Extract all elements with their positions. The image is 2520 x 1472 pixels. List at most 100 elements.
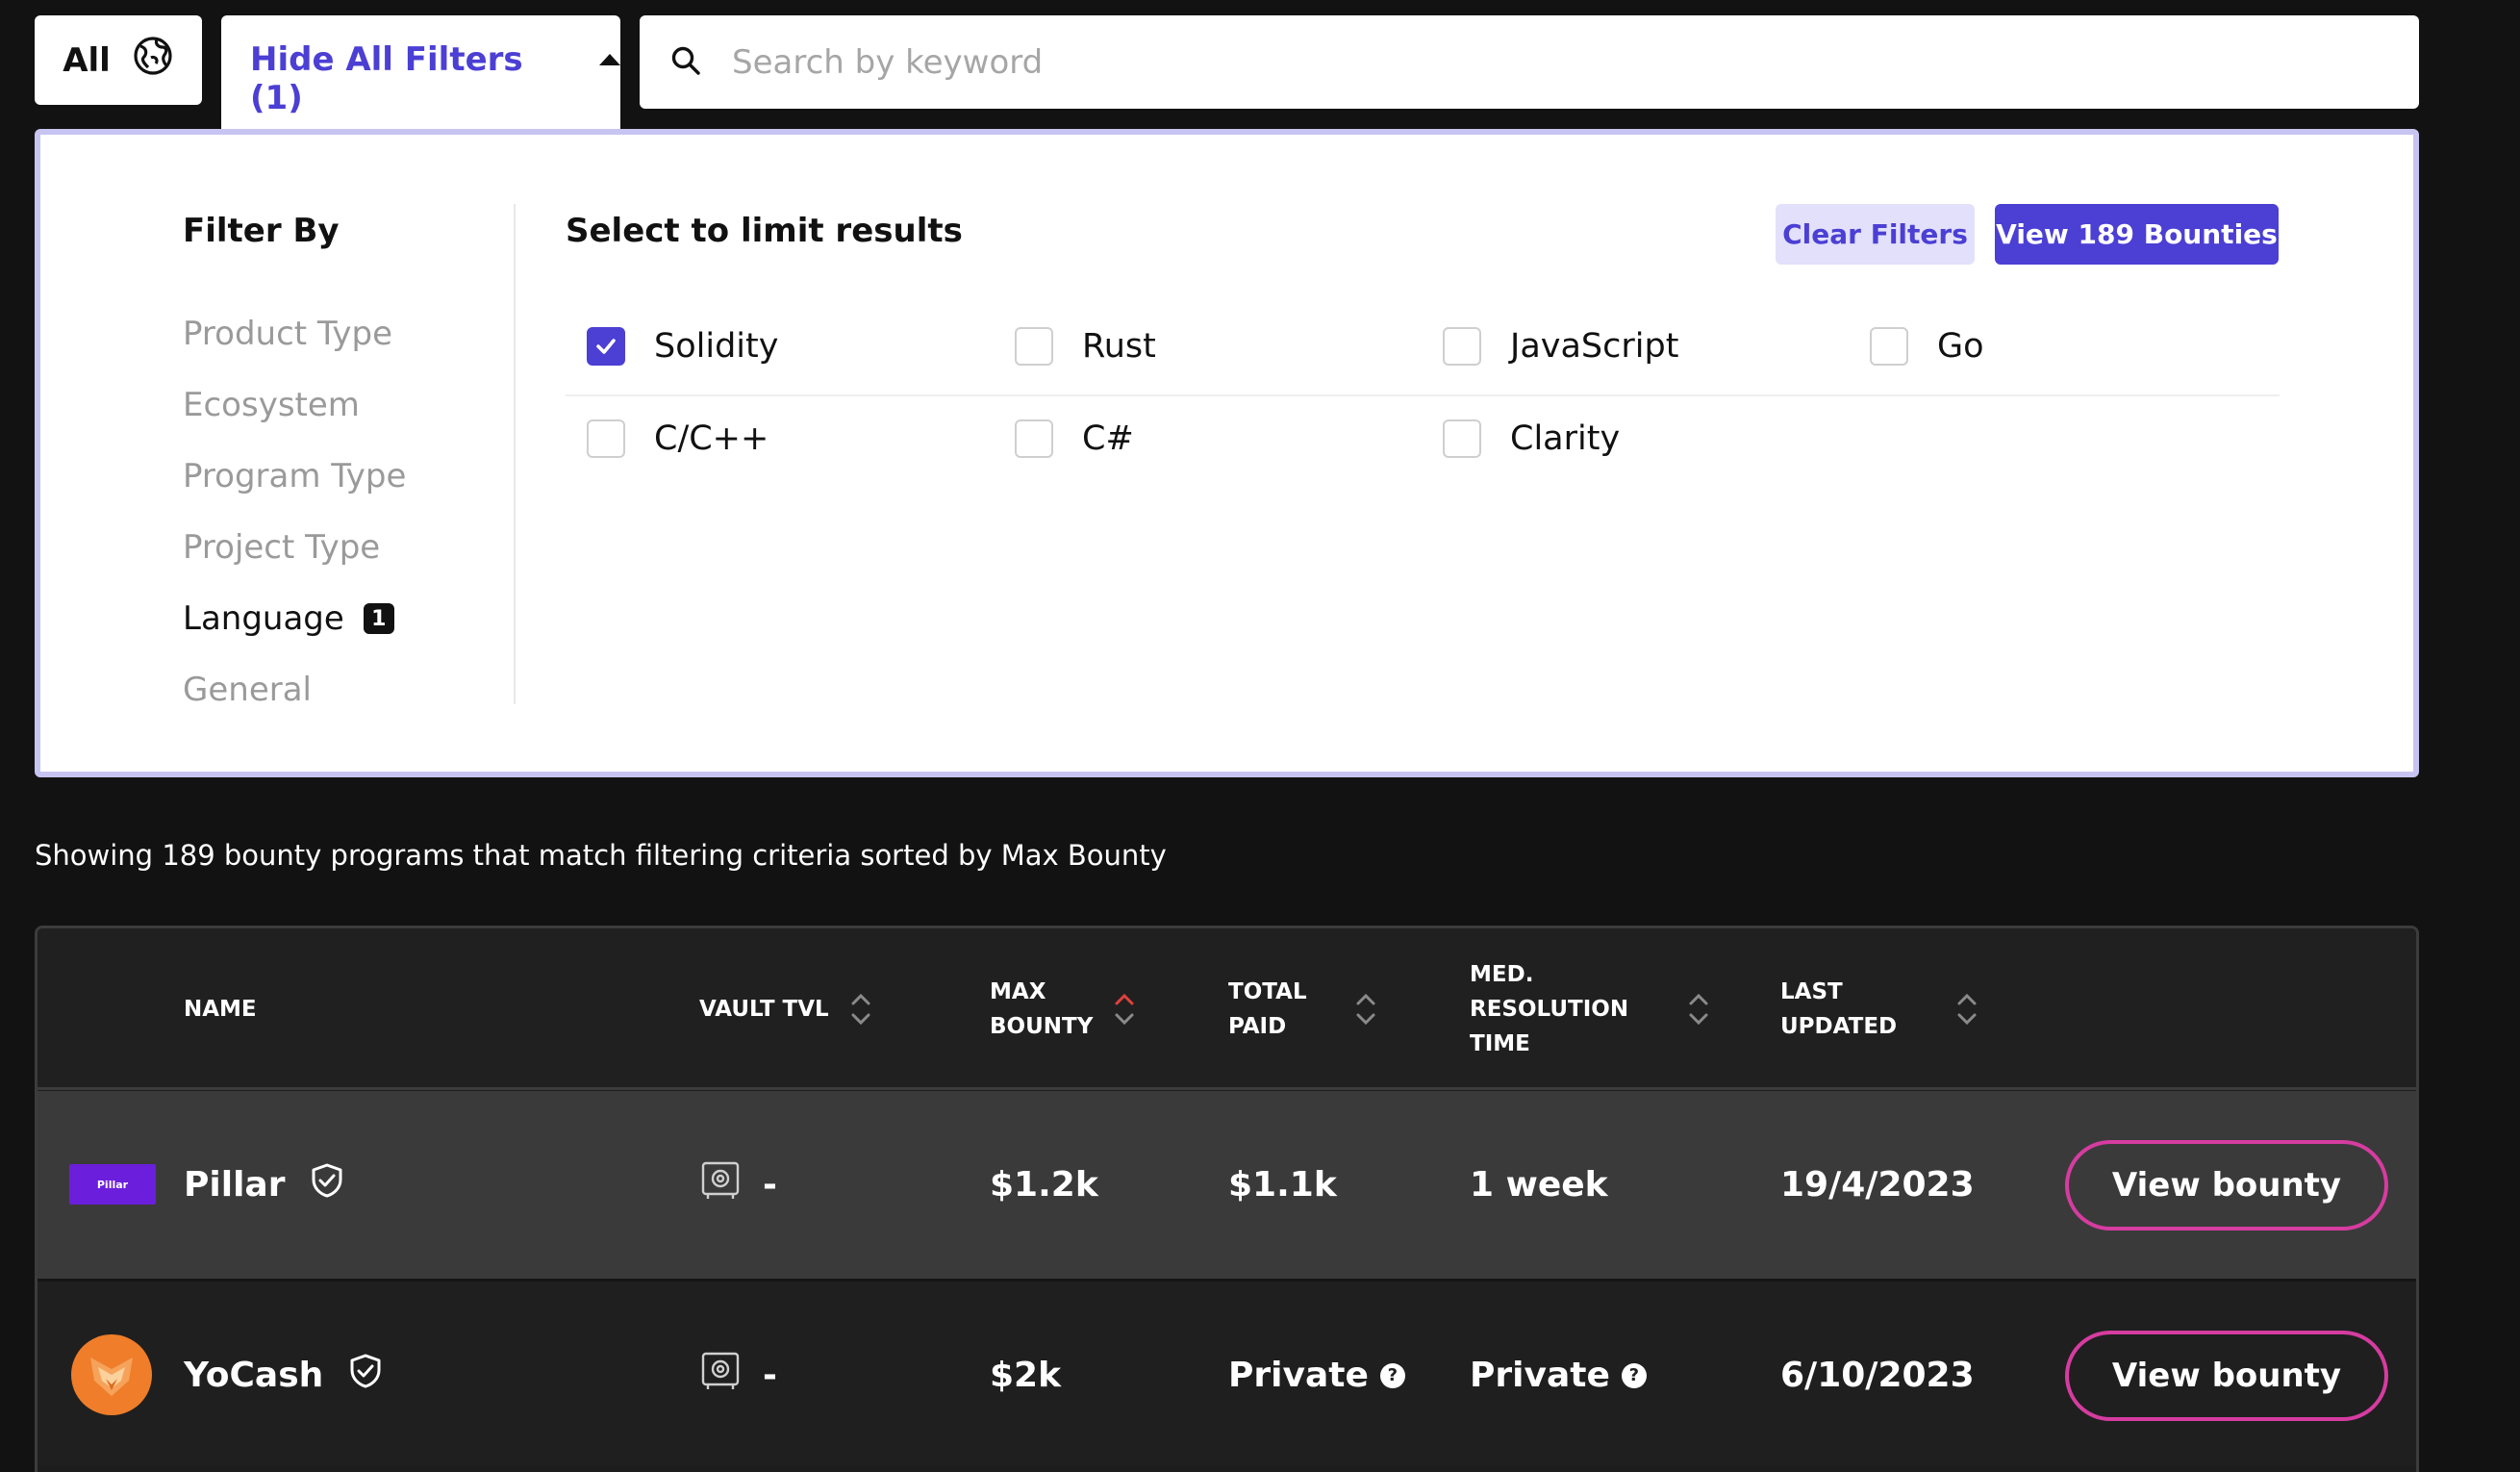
column-header-last-updated[interactable]: LAST UPDATED xyxy=(1780,928,1978,1090)
filter-category-label: Language xyxy=(183,599,344,638)
option-solidity[interactable]: Solidity xyxy=(587,327,778,366)
column-label: TOTAL PAID xyxy=(1228,975,1307,1044)
column-label: MAX BOUNTY xyxy=(990,975,1093,1044)
view-bounties-button[interactable]: View 189 Bounties xyxy=(1995,204,2279,265)
filter-category-label: Ecosystem xyxy=(183,386,360,424)
column-header-name[interactable]: NAME xyxy=(184,928,257,1090)
shield-check-icon xyxy=(346,1352,385,1399)
panel-divider xyxy=(514,204,516,704)
filters-toggle-label: Hide All Filters (1) xyxy=(250,40,523,117)
project-logo: Pillar xyxy=(69,1164,156,1205)
filter-category-list: Product Type Ecosystem Program Type Proj… xyxy=(183,298,406,725)
vault-safe-icon xyxy=(699,1159,742,1210)
option-c-cpp[interactable]: C/C++ xyxy=(587,419,769,458)
option-csharp[interactable]: C# xyxy=(1015,419,1134,458)
logo-text: Pillar xyxy=(96,1178,129,1191)
filter-category-project-type[interactable]: Project Type xyxy=(183,512,406,583)
bounty-table: NAME VAULT TVL MAX BOUNTY TOTAL PAID MED… xyxy=(35,926,2419,1472)
column-header-vault-tvl[interactable]: VAULT TVL xyxy=(699,928,871,1090)
project-name-cell: YoCash xyxy=(184,1282,385,1469)
checkbox[interactable] xyxy=(1015,327,1053,366)
total-paid-value: Private xyxy=(1228,1356,1369,1395)
checkbox[interactable] xyxy=(1443,419,1481,458)
table-row[interactable]: Pillar Pillar - $1.2k $1.1k 1 week 19/4/… xyxy=(38,1091,2416,1279)
caret-up-icon xyxy=(599,54,620,65)
help-icon[interactable]: ? xyxy=(1621,1362,1647,1388)
last-updated-cell: 19/4/2023 xyxy=(1780,1165,1975,1205)
filter-by-heading: Filter By xyxy=(183,212,340,250)
search-input[interactable] xyxy=(732,42,2367,82)
view-bounty-button[interactable]: View bounty xyxy=(2065,1140,2388,1231)
search-bar xyxy=(640,15,2419,109)
column-label: MED. RESOLUTION TIME xyxy=(1470,957,1628,1061)
option-label: JavaScript xyxy=(1510,327,1679,366)
column-label-line: RESOLUTION xyxy=(1470,997,1629,1022)
option-label: Go xyxy=(1937,327,1984,366)
checkbox[interactable] xyxy=(1015,419,1053,458)
option-rust[interactable]: Rust xyxy=(1015,327,1156,366)
shield-check-icon xyxy=(308,1161,346,1208)
resolution-time-cell: Private ? xyxy=(1470,1282,1647,1469)
filter-panel: Filter By Product Type Ecosystem Program… xyxy=(35,129,2419,777)
filter-category-label: General xyxy=(183,671,312,709)
filter-category-product-type[interactable]: Product Type xyxy=(183,298,406,369)
options-title: Select to limit results xyxy=(566,212,963,250)
column-header-resolution-time[interactable]: MED. RESOLUTION TIME xyxy=(1470,928,1709,1090)
option-label: C# xyxy=(1082,419,1134,458)
filter-category-ecosystem[interactable]: Ecosystem xyxy=(183,369,406,441)
fox-logo-icon xyxy=(71,1334,152,1415)
sort-icon[interactable] xyxy=(850,993,871,1026)
last-updated-cell: 6/10/2023 xyxy=(1780,1356,1975,1395)
search-icon xyxy=(670,45,701,80)
checkbox[interactable] xyxy=(1870,327,1908,366)
globe-icon xyxy=(132,35,174,86)
view-bounty-button[interactable]: View bounty xyxy=(2065,1331,2388,1421)
sort-icon[interactable] xyxy=(1688,993,1709,1026)
column-label-line: TOTAL xyxy=(1228,979,1307,1004)
table-header: NAME VAULT TVL MAX BOUNTY TOTAL PAID MED… xyxy=(38,928,2416,1090)
checkbox[interactable] xyxy=(1443,327,1481,366)
sort-icon[interactable] xyxy=(1355,993,1376,1026)
filter-category-general[interactable]: General xyxy=(183,654,406,725)
max-bounty-cell: $1.2k xyxy=(990,1165,1098,1205)
column-label-line: PAID xyxy=(1228,1014,1287,1039)
filter-category-label: Product Type xyxy=(183,315,392,353)
column-label-line: MED. xyxy=(1470,962,1534,987)
max-bounty-cell: $2k xyxy=(990,1356,1062,1395)
project-name: YoCash xyxy=(184,1356,324,1395)
sort-icon-active[interactable] xyxy=(1114,993,1135,1026)
vault-safe-icon xyxy=(699,1350,742,1401)
hide-all-filters-button[interactable]: Hide All Filters (1) xyxy=(221,15,620,145)
column-label: NAME xyxy=(184,997,257,1022)
sort-icon[interactable] xyxy=(1956,993,1978,1026)
bounty-explorer-page: All Hide All Filters (1) Filter By xyxy=(0,0,2520,1472)
results-summary: Showing 189 bounty programs that match f… xyxy=(35,839,1167,872)
checkbox-checked[interactable] xyxy=(587,327,625,366)
table-row[interactable]: YoCash - $2k Private ? Private ? 6/10/20… xyxy=(38,1279,2416,1466)
option-label: Rust xyxy=(1082,327,1156,366)
filter-category-program-type[interactable]: Program Type xyxy=(183,441,406,512)
all-programs-button[interactable]: All xyxy=(35,15,202,105)
column-label: VAULT TVL xyxy=(699,997,829,1022)
selected-count-badge: 1 xyxy=(363,603,394,634)
clear-filters-button[interactable]: Clear Filters xyxy=(1776,204,1975,265)
column-label: LAST UPDATED xyxy=(1780,975,1897,1044)
vault-tvl-value: - xyxy=(763,1356,777,1395)
filter-category-language[interactable]: Language 1 xyxy=(183,583,406,654)
checkbox[interactable] xyxy=(587,419,625,458)
vault-tvl-cell: - xyxy=(699,1282,777,1469)
help-icon[interactable]: ? xyxy=(1379,1362,1405,1388)
option-clarity[interactable]: Clarity xyxy=(1443,419,1620,458)
option-go[interactable]: Go xyxy=(1870,327,1984,366)
column-header-total-paid[interactable]: TOTAL PAID xyxy=(1228,928,1376,1090)
all-label: All xyxy=(63,40,111,80)
option-label: Solidity xyxy=(654,327,779,366)
total-paid-cell: $1.1k xyxy=(1228,1165,1337,1205)
column-header-max-bounty[interactable]: MAX BOUNTY xyxy=(990,928,1135,1090)
option-javascript[interactable]: JavaScript xyxy=(1443,327,1678,366)
column-label-line: MAX xyxy=(990,979,1046,1004)
options-row-divider xyxy=(566,394,2280,396)
checkmark-icon xyxy=(596,339,616,354)
resolution-time-cell: 1 week xyxy=(1470,1165,1608,1205)
option-label: Clarity xyxy=(1510,419,1621,458)
